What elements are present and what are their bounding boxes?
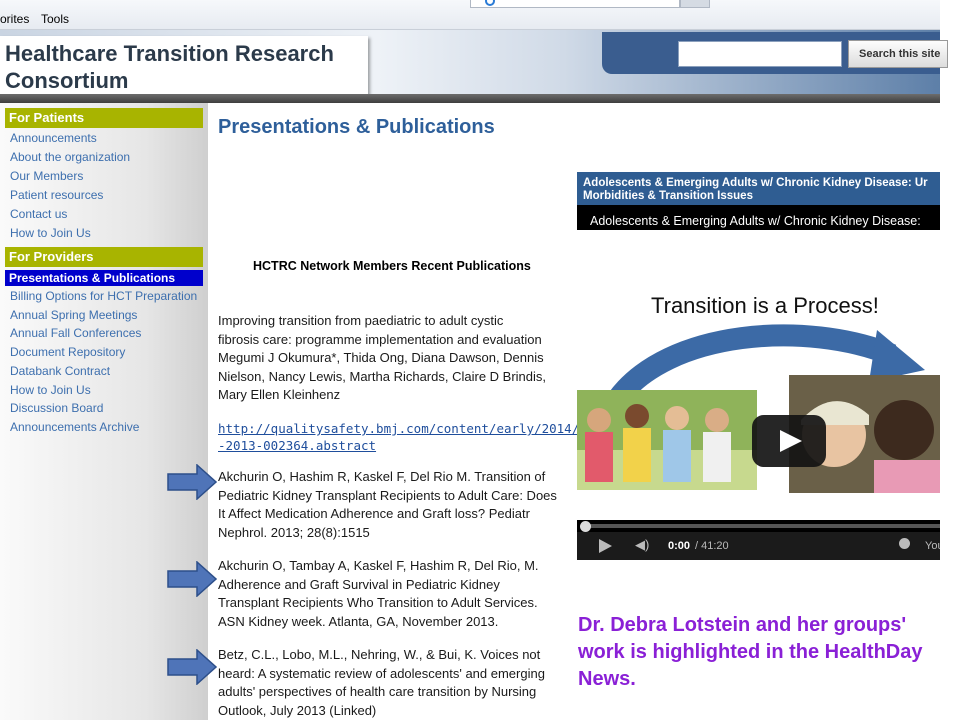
address-bar[interactable]: [470, 0, 680, 8]
highlight-arrow-icon: [167, 649, 217, 685]
browser-button[interactable]: [680, 0, 710, 8]
video-title[interactable]: Adolescents & Emerging Adults w/ Chronic…: [577, 172, 940, 205]
sidebar-item-members[interactable]: Our Members: [10, 169, 83, 183]
menu-favorites[interactable]: orites: [0, 12, 29, 26]
sidebar-item-announcements[interactable]: Announcements: [10, 131, 97, 145]
site-header: Healthcare Transition Research Consortiu…: [0, 30, 948, 100]
highlight-arrow-icon: [167, 464, 217, 500]
progress-handle[interactable]: [580, 521, 591, 532]
progress-bar[interactable]: [583, 524, 940, 528]
publications-heading: HCTRC Network Members Recent Publication…: [253, 259, 531, 273]
header-divider: [0, 94, 940, 103]
time-total: / 41:20: [695, 540, 729, 552]
publication-1: Improving transition from paediatric to …: [218, 313, 547, 403]
video-subtitle: Adolescents & Emerging Adults w/ Chronic…: [590, 214, 921, 228]
search-area: Search this site: [602, 32, 948, 74]
browser-menubar: orites Tools: [0, 0, 940, 30]
search-button[interactable]: Search this site: [848, 40, 948, 68]
news-annotation: Dr. Debra Lotstein and her groups' work …: [578, 614, 923, 690]
volume-icon[interactable]: ◀): [635, 537, 649, 553]
highlight-arrow-icon: [167, 561, 217, 597]
ie-icon: [485, 0, 495, 6]
slide-heading: Transition is a Process!: [651, 293, 879, 318]
sidebar-item-discussion[interactable]: Discussion Board: [10, 401, 103, 415]
video-slide: Transition is a Process!: [577, 230, 940, 560]
youtube-logo[interactable]: You: [925, 540, 940, 552]
sidebar-item-patient-resources[interactable]: Patient resources: [10, 188, 103, 202]
sidebar-item-presentations[interactable]: Presentations & Publications: [5, 270, 203, 286]
sidebar: For Patients Announcements About the org…: [0, 103, 208, 720]
publication-4: Betz, C.L., Lobo, M.L., Nehring, W., & B…: [218, 647, 545, 718]
teens-photo: [577, 390, 757, 490]
sidebar-item-fall-conferences[interactable]: Annual Fall Conferences: [10, 326, 141, 340]
menu-tools[interactable]: Tools: [41, 12, 69, 26]
video-controls: ◀) 0:00 / 41:20 You: [577, 532, 940, 560]
watch-later-icon[interactable]: [899, 538, 910, 549]
sidebar-item-archive[interactable]: Announcements Archive: [10, 420, 139, 434]
sidebar-item-billing[interactable]: Billing Options for HCT Preparation: [10, 289, 197, 303]
search-input[interactable]: [678, 41, 842, 67]
sidebar-item-about[interactable]: About the organization: [10, 150, 130, 164]
site-title-line1: Healthcare Transition Research: [5, 41, 334, 66]
publication-3: Akchurin O, Tambay A, Kaskel F, Hashim R…: [218, 558, 539, 629]
sidebar-item-databank[interactable]: Databank Contract: [10, 364, 110, 378]
video-player[interactable]: Adolescents & Emerging Adults w/ Chronic…: [577, 172, 940, 560]
sidebar-item-spring-meetings[interactable]: Annual Spring Meetings: [10, 308, 137, 322]
site-title-line2: Consortium: [5, 68, 129, 93]
publication-2: Akchurin O, Hashim R, Kaskel F, Del Rio …: [218, 469, 557, 540]
page-title: Presentations & Publications: [218, 116, 495, 138]
play-icon[interactable]: [599, 539, 612, 553]
sidebar-item-join-providers[interactable]: How to Join Us: [10, 383, 91, 397]
time-current: 0:00: [668, 540, 691, 552]
publication-1-link[interactable]: http://qualitysafety.bmj.com/content/ear…: [218, 420, 580, 454]
sidebar-item-join-patients[interactable]: How to Join Us: [10, 226, 91, 240]
sidebar-item-contact[interactable]: Contact us: [10, 207, 67, 221]
site-logo[interactable]: Healthcare Transition Research Consortiu…: [0, 36, 368, 98]
play-button[interactable]: [752, 415, 826, 467]
sidebar-heading-patients: For Patients: [5, 108, 203, 128]
sidebar-heading-providers: For Providers: [5, 247, 203, 267]
sidebar-item-document-repository[interactable]: Document Repository: [10, 345, 125, 359]
